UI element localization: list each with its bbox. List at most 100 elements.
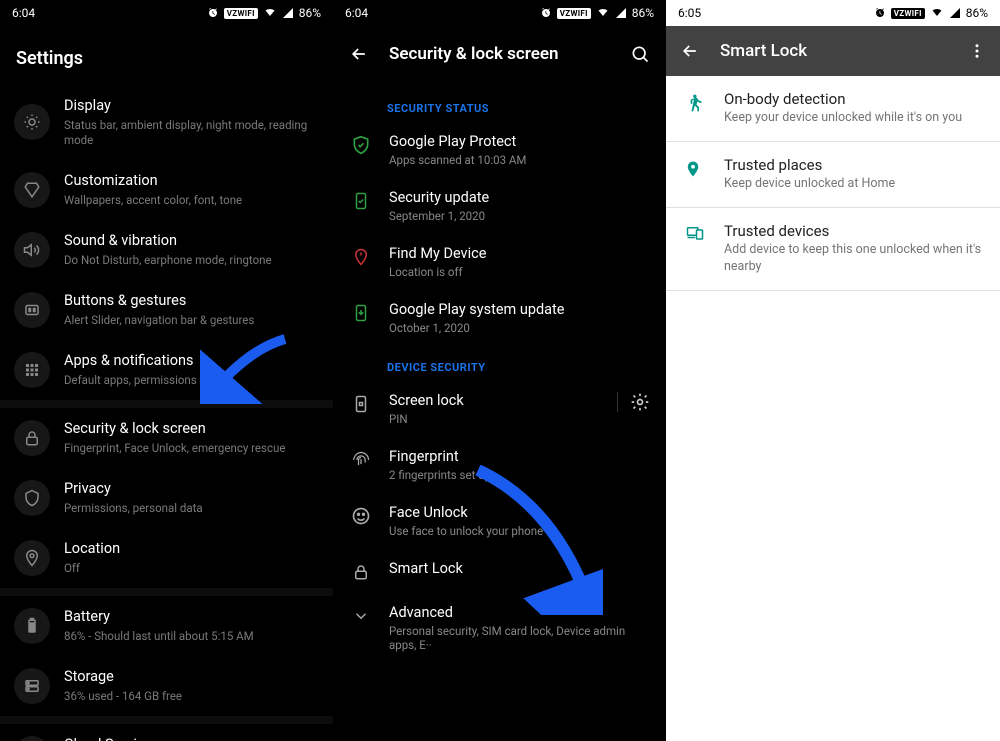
gear-icon[interactable] xyxy=(630,392,650,412)
wifi-icon xyxy=(596,7,610,19)
item-sub: Use face to unlock your phone xyxy=(389,524,543,538)
alarm-icon xyxy=(540,7,552,19)
item-label: Customization xyxy=(64,172,242,191)
signal-icon xyxy=(282,7,294,19)
item-label: Trusted places xyxy=(724,156,895,174)
item-sub: 86% - Should last until about 5:15 AM xyxy=(64,629,254,644)
settings-item-storage[interactable]: Storage36% used - 164 GB free xyxy=(0,656,333,716)
vzwifi-badge: VZWIFI xyxy=(891,8,925,19)
item-label: Advanced xyxy=(389,604,650,621)
item-sub: Keep device unlocked at Home xyxy=(724,176,895,193)
settings-item-location[interactable]: LocationOff xyxy=(0,528,333,588)
item-label: Fingerprint xyxy=(389,448,491,465)
security-item-update[interactable]: Security update September 1, 2020 xyxy=(333,179,666,235)
item-sub: 2 fingerprints set up xyxy=(389,468,491,482)
privacy-icon xyxy=(23,489,41,507)
location-alert-icon xyxy=(352,247,370,267)
item-sub: Permissions, personal data xyxy=(64,501,203,516)
item-label: Screen lock xyxy=(389,392,464,409)
security-settings-panel: 6:04 VZWIFI 86% Security & lock screen S… xyxy=(333,0,666,741)
settings-item-customization[interactable]: CustomizationWallpapers, accent color, f… xyxy=(0,160,333,220)
security-item-fingerprint[interactable]: Fingerprint 2 fingerprints set up xyxy=(333,438,666,494)
settings-item-privacy[interactable]: Privacy Permissions, personal data xyxy=(0,468,333,528)
item-label: Trusted devices xyxy=(724,222,982,240)
smartlock-item-places[interactable]: Trusted places Keep device unlocked at Ho… xyxy=(666,142,1000,208)
smart-lock-panel: 6:05 VZWIFI 86% Smart Lock On-body detec… xyxy=(666,0,1000,741)
settings-item-sound[interactable]: Sound & vibrationDo Not Disturb, earphon… xyxy=(0,220,333,280)
item-sub: Do Not Disturb, earphone mode, ringtone xyxy=(64,253,272,268)
security-item-screen-lock[interactable]: Screen lockPIN xyxy=(333,382,666,438)
search-icon[interactable] xyxy=(630,44,650,64)
item-label: Security update xyxy=(389,189,489,206)
item-label: Security & lock screen xyxy=(64,420,285,439)
item-sub: Default apps, permissions xyxy=(64,373,197,388)
display-icon xyxy=(23,113,41,131)
item-sub: Apps scanned at 10:03 AM xyxy=(389,153,526,167)
back-icon[interactable] xyxy=(680,41,700,61)
page-title: Security & lock screen xyxy=(389,44,610,64)
item-sub: Keep your device unlocked while it's on … xyxy=(724,110,962,127)
alarm-icon xyxy=(874,7,886,19)
fingerprint-icon xyxy=(351,450,371,470)
item-label: Cloud Service xyxy=(64,736,170,741)
page-title: Smart Lock xyxy=(720,41,948,61)
item-sub: Personal security, SIM card lock, Device… xyxy=(389,624,650,652)
item-sub: Status bar, ambient display, night mode,… xyxy=(64,118,317,148)
smartlock-item-onbody[interactable]: On-body detectionKeep your device unlock… xyxy=(666,76,1000,142)
item-label: Face Unlock xyxy=(389,504,543,521)
back-icon[interactable] xyxy=(349,44,369,64)
more-icon[interactable] xyxy=(968,42,986,60)
security-item-play-system-update[interactable]: Google Play system updateOctober 1, 2020 xyxy=(333,291,666,347)
section-header: SECURITY STATUS xyxy=(333,88,666,123)
signal-icon xyxy=(949,7,961,19)
security-item-find-device[interactable]: Find My Device Location is off xyxy=(333,235,666,291)
smartlock-item-devices[interactable]: Trusted devicesAdd device to keep this o… xyxy=(666,208,1000,291)
settings-item-cloud[interactable]: Cloud ServiceSync data with cloud xyxy=(0,724,333,741)
status-time: 6:04 xyxy=(12,6,35,20)
security-item-face-unlock[interactable]: Face Unlock Use face to unlock your phone xyxy=(333,494,666,550)
status-time: 6:04 xyxy=(345,6,368,20)
battery-pct: 86% xyxy=(632,6,654,20)
customization-icon xyxy=(23,181,41,199)
lock-icon xyxy=(352,562,370,582)
devices-icon xyxy=(684,224,706,242)
battery-icon xyxy=(23,617,41,635)
security-item-smart-lock[interactable]: Smart Lock xyxy=(333,550,666,594)
settings-item-battery[interactable]: Battery 86% - Should last until about 5:1… xyxy=(0,596,333,656)
phone-lock-icon xyxy=(352,394,370,414)
alarm-icon xyxy=(207,7,219,19)
app-bar: Smart Lock xyxy=(666,26,1000,76)
place-icon xyxy=(684,158,702,180)
wifi-icon xyxy=(930,7,944,19)
settings-item-security[interactable]: Security & lock screen Fingerprint, Face … xyxy=(0,408,333,468)
security-item-play-protect[interactable]: Google Play ProtectApps scanned at 10:03… xyxy=(333,123,666,179)
item-sub: October 1, 2020 xyxy=(389,321,565,335)
shield-check-icon xyxy=(351,135,371,155)
settings-item-display[interactable]: Display Status bar, ambient display, nigh… xyxy=(0,85,333,160)
status-bar: 6:05 VZWIFI 86% xyxy=(666,0,1000,26)
status-bar: 6:04 VZWIFI 86% xyxy=(0,0,333,26)
settings-item-apps[interactable]: Apps & notificationsDefault apps, permis… xyxy=(0,340,333,400)
settings-item-buttons[interactable]: Buttons & gesturesAlert Slider, navigati… xyxy=(0,280,333,340)
settings-panel: 6:04 VZWIFI 86% Settings Display Status b… xyxy=(0,0,333,741)
item-label: Battery xyxy=(64,608,254,627)
section-divider xyxy=(0,716,333,724)
section-header: DEVICE SECURITY xyxy=(333,347,666,382)
security-item-advanced[interactable]: Advanced Personal security, SIM card lock… xyxy=(333,594,666,664)
section-divider xyxy=(0,588,333,596)
page-title: Settings xyxy=(0,26,333,85)
signal-icon xyxy=(615,7,627,19)
item-label: Privacy xyxy=(64,480,203,499)
item-sub: Location is off xyxy=(389,265,486,279)
item-label: Display xyxy=(64,97,317,116)
item-label: Find My Device xyxy=(389,245,486,262)
item-sub: September 1, 2020 xyxy=(389,209,489,223)
item-sub: Fingerprint, Face Unlock, emergency resc… xyxy=(64,441,285,456)
system-update-icon xyxy=(352,303,370,323)
storage-icon xyxy=(23,677,41,695)
item-sub: 36% used - 164 GB free xyxy=(64,689,182,704)
item-label: Smart Lock xyxy=(389,560,463,577)
battery-pct: 86% xyxy=(966,6,988,20)
item-label: Location xyxy=(64,540,120,559)
section-divider xyxy=(0,400,333,408)
